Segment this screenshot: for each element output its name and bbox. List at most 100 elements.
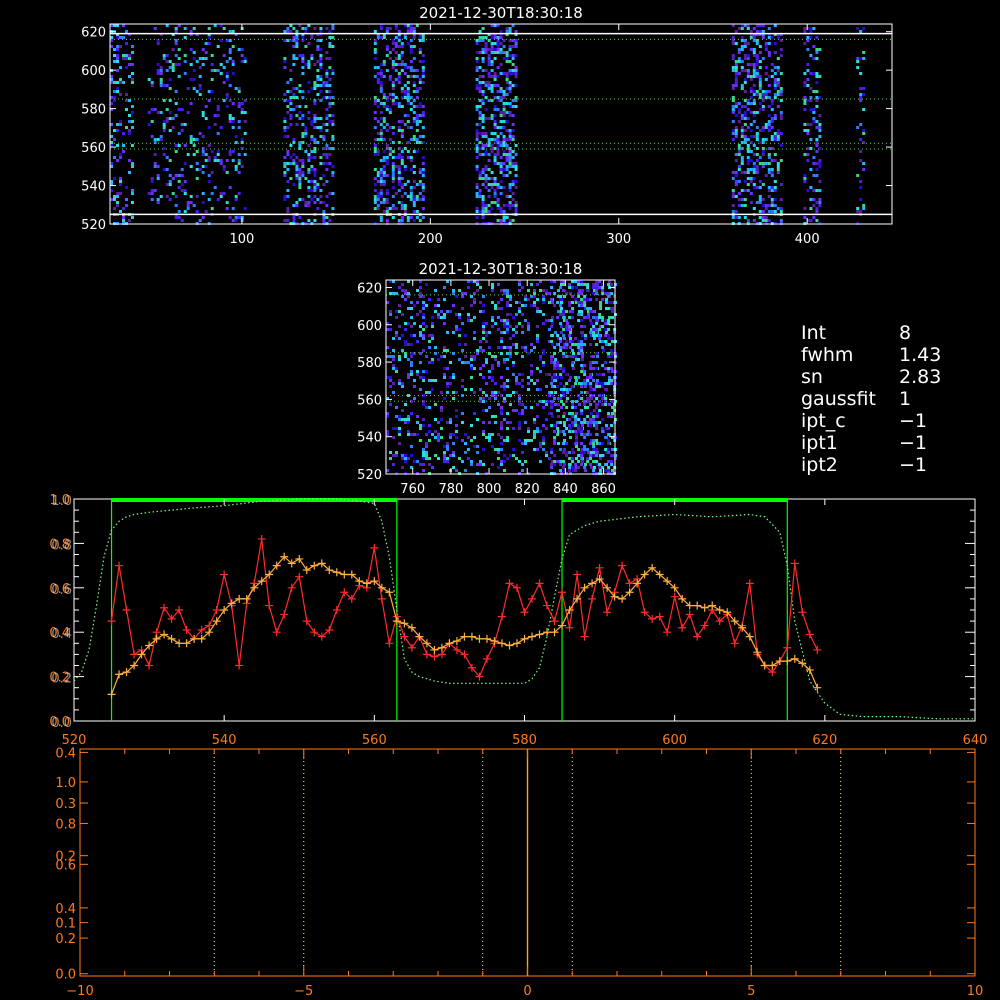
intensity-pixel — [446, 442, 449, 445]
intensity-pixel — [815, 201, 819, 204]
intensity-pixel — [325, 90, 329, 93]
data-point-marker — [783, 657, 792, 666]
intensity-pixel — [755, 111, 759, 114]
intensity-pixel — [490, 48, 494, 51]
intensity-pixel — [376, 150, 380, 153]
intensity-pixel — [228, 117, 232, 120]
intensity-pixel — [198, 75, 202, 78]
data-point-marker — [512, 639, 521, 648]
intensity-pixel — [499, 168, 503, 171]
intensity-pixel — [319, 162, 323, 165]
intensity-pixel — [496, 48, 500, 51]
intensity-pixel — [521, 385, 524, 388]
intensity-pixel — [119, 81, 122, 84]
intensity-pixel — [376, 171, 380, 174]
intensity-pixel — [812, 189, 816, 192]
intensity-pixel — [286, 195, 290, 198]
intensity-pixel — [325, 144, 329, 147]
intensity-pixel — [425, 355, 428, 358]
intensity-pixel — [382, 138, 386, 141]
intensity-pixel — [491, 445, 494, 448]
intensity-pixel — [752, 186, 756, 189]
intensity-pixel — [776, 138, 780, 141]
intensity-pixel — [177, 216, 181, 219]
intensity-pixel — [514, 69, 518, 72]
intensity-pixel — [764, 216, 768, 219]
intensity-pixel — [496, 108, 500, 111]
intensity-pixel — [565, 388, 569, 391]
intensity-pixel — [767, 195, 771, 198]
intensity-pixel — [487, 168, 491, 171]
intensity-pixel — [388, 150, 392, 153]
intensity-pixel — [413, 334, 416, 337]
intensity-pixel — [502, 57, 506, 60]
intensity-pixel — [761, 198, 765, 201]
intensity-pixel — [764, 126, 768, 129]
intensity-pixel — [409, 27, 413, 30]
intensity-pixel — [431, 361, 434, 364]
intensity-pixel — [589, 463, 593, 466]
intensity-pixel — [455, 328, 458, 331]
intensity-pixel — [316, 60, 320, 63]
intensity-pixel — [316, 183, 320, 186]
intensity-pixel — [398, 418, 401, 421]
intensity-pixel — [385, 54, 389, 57]
intensity-pixel — [162, 126, 166, 129]
intensity-pixel — [153, 153, 157, 156]
intensity-pixel — [313, 87, 317, 90]
intensity-pixel — [490, 144, 494, 147]
intensity-pixel — [607, 448, 611, 451]
intensity-pixel — [165, 108, 169, 111]
intensity-pixel — [506, 379, 509, 382]
intensity-pixel — [446, 349, 449, 352]
intensity-pixel — [406, 90, 410, 93]
intensity-pixel — [502, 174, 506, 177]
intensity-pixel — [479, 460, 482, 463]
intensity-pixel — [758, 210, 762, 213]
intensity-pixel — [313, 81, 317, 84]
intensity-pixel — [382, 156, 386, 159]
intensity-pixel — [508, 204, 512, 207]
intensity-pixel — [604, 328, 608, 331]
intensity-pixel — [413, 385, 416, 388]
intensity-pixel — [434, 346, 437, 349]
intensity-pixel — [422, 418, 425, 421]
intensity-pixel — [601, 325, 605, 328]
intensity-pixel — [740, 69, 744, 72]
intensity-pixel — [487, 195, 491, 198]
intensity-pixel — [307, 42, 311, 45]
intensity-pixel — [767, 123, 771, 126]
intensity-pixel — [398, 379, 401, 382]
intensity-pixel — [440, 418, 443, 421]
intensity-pixel — [514, 201, 518, 204]
intensity-pixel — [310, 120, 314, 123]
intensity-pixel — [604, 361, 608, 364]
intensity-pixel — [388, 93, 392, 96]
intensity-pixel — [500, 427, 503, 430]
intensity-pixel — [331, 135, 335, 138]
intensity-pixel — [524, 439, 527, 442]
intensity-pixel — [506, 289, 509, 292]
intensity-pixel — [470, 463, 473, 466]
intensity-pixel — [392, 382, 395, 385]
intensity-pixel — [485, 436, 488, 439]
intensity-pixel — [443, 454, 446, 457]
intensity-pixel — [755, 186, 759, 189]
intensity-pixel — [734, 102, 738, 105]
intensity-pixel — [506, 427, 509, 430]
data-point-marker — [715, 606, 724, 614]
intensity-pixel — [391, 207, 395, 210]
intensity-pixel — [156, 72, 160, 75]
intensity-pixel — [385, 69, 389, 72]
x-tick-label: 780 — [438, 482, 463, 497]
intensity-pixel — [485, 358, 488, 361]
intensity-pixel — [608, 343, 611, 346]
intensity-pixel — [550, 406, 554, 409]
intensity-pixel — [481, 57, 485, 60]
intensity-pixel — [373, 144, 377, 147]
intensity-pixel — [418, 105, 422, 108]
intensity-pixel — [225, 171, 229, 174]
intensity-pixel — [125, 54, 128, 57]
intensity-pixel — [512, 328, 515, 331]
intensity-pixel — [310, 198, 314, 201]
